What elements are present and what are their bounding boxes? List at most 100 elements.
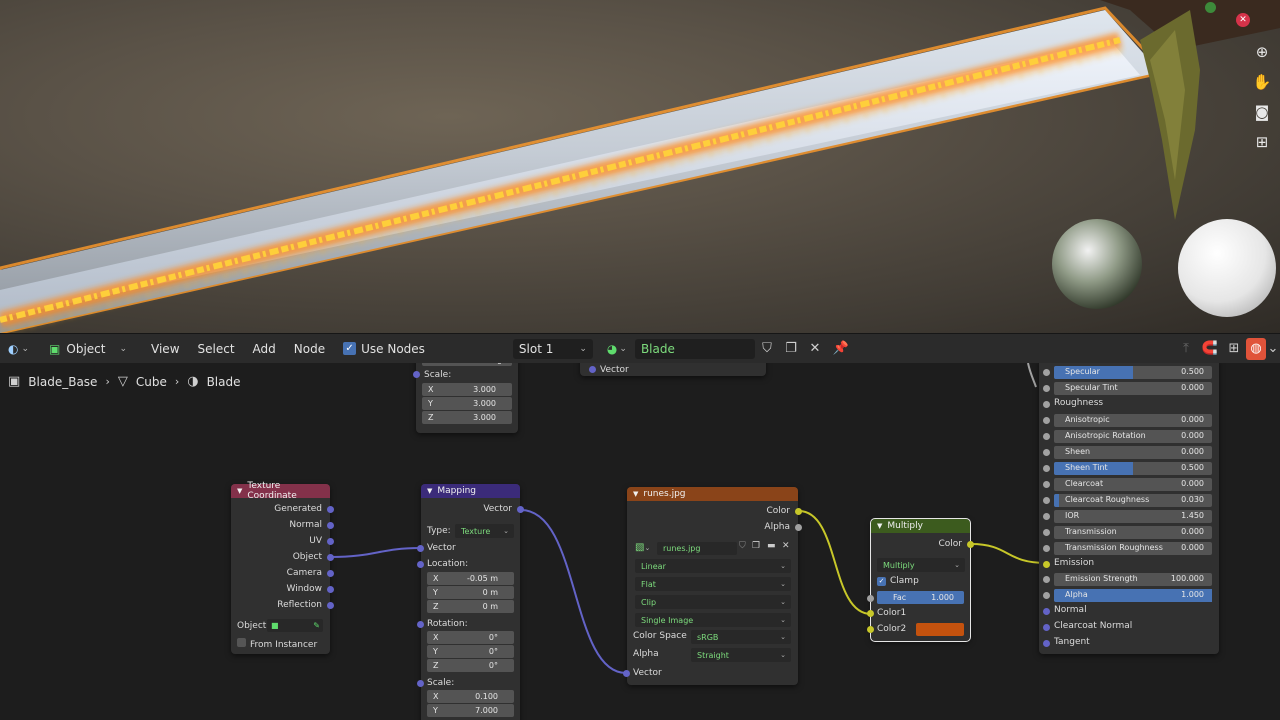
emission-strength-socket[interactable]	[1043, 576, 1050, 583]
node-mapping[interactable]: ▼ Mapping Vector Type: Texture ⌄ Vector Lo…	[417, 484, 524, 720]
vector-output-socket[interactable]	[517, 506, 524, 513]
close-icon[interactable]: ✕	[1236, 13, 1250, 27]
emission-socket[interactable]	[1043, 561, 1050, 568]
use-nodes-toggle[interactable]: ✓ Use Nodes	[337, 338, 431, 360]
rotation-input-socket[interactable]	[417, 621, 424, 628]
projection-dropdown[interactable]: Flat ⌄	[635, 577, 791, 591]
clearcoat-roughness-slider[interactable]: Clearcoat Roughness 0.030	[1054, 494, 1212, 507]
editor-type-button[interactable]: ◐ ⌄	[2, 338, 35, 360]
scale-x-field[interactable]: X 3.000	[422, 383, 512, 396]
overlay-icon[interactable]: ◍	[1246, 337, 1266, 360]
generated-output-socket[interactable]	[327, 506, 334, 513]
color-space-dropdown[interactable]: sRGB ⌄	[691, 630, 791, 644]
duplicate-image-icon[interactable]: ❐	[752, 541, 760, 551]
from-instancer-checkbox[interactable]: From Instancer	[237, 638, 317, 650]
clearcoat-roughness-socket[interactable]	[1043, 497, 1050, 504]
object-picker-field[interactable]: ■ ✎	[267, 619, 323, 632]
duplicate-material-icon[interactable]: ❐	[779, 338, 803, 360]
reflection-output-socket[interactable]	[327, 602, 334, 609]
pin-icon[interactable]: 📌	[829, 338, 853, 360]
window-output-socket[interactable]	[327, 586, 334, 593]
node-header[interactable]: ▼ runes.jpg	[627, 487, 798, 501]
scale-y-field[interactable]: Y 7.000	[427, 704, 514, 717]
pan-hand-icon[interactable]: ✋	[1250, 70, 1274, 94]
specular-tint-slider[interactable]: Specular Tint 0.000	[1054, 382, 1212, 395]
fac-slider[interactable]: Fac 1.000	[877, 591, 964, 604]
mode-dropdown[interactable]: ▣ Object ⌄	[43, 339, 133, 359]
overlay-dropdown-icon[interactable]: ⌄	[1266, 338, 1280, 360]
collapse-triangle-icon[interactable]: ▼	[237, 487, 242, 495]
scale-socket[interactable]	[413, 371, 420, 378]
fake-user-shield-icon[interactable]: ⛉	[739, 541, 746, 551]
fake-user-shield-icon[interactable]: ⛉	[755, 338, 779, 360]
rotation-y-field[interactable]: Y 0°	[427, 645, 514, 658]
node-texture-coordinate[interactable]: ▼ Texture Coordinate Generated Normal UV …	[231, 481, 334, 654]
clearcoat-slider[interactable]: Clearcoat 0.000	[1054, 478, 1212, 491]
anisotropic-socket[interactable]	[1043, 417, 1050, 424]
blend-mode-dropdown[interactable]: Multiply ⌄	[877, 558, 965, 572]
scale-input-socket[interactable]	[417, 680, 424, 687]
fac-input-socket[interactable]	[867, 595, 874, 602]
3d-viewport[interactable]: ✕ ⊕ ✋ ◙ ⊞	[0, 0, 1280, 333]
node-header[interactable]: ▼ Multiply	[871, 519, 970, 533]
image-browse-icon[interactable]: ▧⌄	[635, 542, 650, 553]
image-name-field[interactable]: runes.jpg	[657, 542, 737, 555]
menu-node[interactable]: Node	[288, 338, 331, 360]
node-header[interactable]: ▼ Mapping	[421, 484, 520, 498]
clamp-checkbox[interactable]: ✓ Clamp	[877, 576, 919, 586]
color-output-socket[interactable]	[967, 541, 974, 548]
location-z-field[interactable]: Z0 m	[427, 600, 514, 613]
interpolation-dropdown[interactable]: Linear ⌄	[635, 559, 791, 573]
camera-output-socket[interactable]	[327, 570, 334, 577]
node-image-texture[interactable]: ▼ runes.jpg Color Alpha ▧⌄ runes.jpg ⛉ ❐ …	[623, 487, 802, 685]
location-input-socket[interactable]	[417, 561, 424, 568]
parent-node-tree-icon[interactable]: ⤒	[1174, 338, 1198, 360]
scale-z-field[interactable]: Z 3.000	[422, 411, 512, 424]
transmission-roughness-slider[interactable]: Transmission Roughness 0.000	[1054, 542, 1212, 555]
transmission-roughness-socket[interactable]	[1043, 545, 1050, 552]
normal-output-socket[interactable]	[327, 522, 334, 529]
menu-add[interactable]: Add	[247, 338, 282, 360]
anisotropic-rotation-socket[interactable]	[1043, 433, 1050, 440]
scale-x-field[interactable]: X 0.100	[427, 690, 514, 703]
collapse-triangle-icon[interactable]: ▼	[427, 487, 432, 495]
ior-socket[interactable]	[1043, 513, 1050, 520]
material-slot-dropdown[interactable]: Slot 1 ⌄	[512, 338, 593, 359]
sheen-tint-socket[interactable]	[1043, 465, 1050, 472]
snap-icon[interactable]: 🧲	[1198, 338, 1222, 360]
unlink-material-close-icon[interactable]: ✕	[803, 338, 827, 360]
rotation-z-field[interactable]: 0°	[422, 363, 512, 366]
ior-slider[interactable]: IOR 1.450	[1054, 510, 1212, 523]
node-texture-upper[interactable]: Vector	[580, 363, 766, 376]
specular-socket[interactable]	[1043, 369, 1050, 376]
sheen-socket[interactable]	[1043, 449, 1050, 456]
alpha-output-socket[interactable]	[795, 524, 802, 531]
location-y-field[interactable]: Y0 m	[427, 586, 514, 599]
normal-socket[interactable]	[1043, 608, 1050, 615]
alpha-mode-dropdown[interactable]: Straight ⌄	[691, 648, 791, 662]
roughness-socket[interactable]	[1043, 401, 1050, 408]
source-dropdown[interactable]: Single Image ⌄	[635, 613, 791, 627]
color2-input-socket[interactable]	[867, 626, 874, 633]
vector-input-socket[interactable]	[417, 545, 424, 552]
scale-y-field[interactable]: Y 3.000	[422, 397, 512, 410]
menu-view[interactable]: View	[145, 338, 185, 360]
color2-swatch[interactable]	[916, 623, 964, 636]
mapping-type-dropdown[interactable]: Texture ⌄	[455, 524, 514, 538]
node-canvas[interactable]: ▣ Blade_Base › ▽ Cube › ◑ Blade 0° Scale…	[0, 363, 1280, 720]
sheen-slider[interactable]: Sheen 0.000	[1054, 446, 1212, 459]
rotation-z-field[interactable]: Z 0°	[427, 659, 514, 672]
snap-increment-icon[interactable]: ⊞	[1222, 338, 1246, 360]
node-header[interactable]: ▼ Texture Coordinate	[231, 481, 330, 501]
grid-perspective-icon[interactable]: ⊞	[1250, 130, 1274, 154]
sheen-tint-slider[interactable]: Sheen Tint 0.500	[1054, 462, 1212, 475]
color-output-socket[interactable]	[795, 508, 802, 515]
emission-strength-slider[interactable]: Emission Strength 100.000	[1054, 573, 1212, 586]
object-output-socket[interactable]	[327, 554, 334, 561]
extension-dropdown[interactable]: Clip ⌄	[635, 595, 791, 609]
clearcoat-socket[interactable]	[1043, 481, 1050, 488]
collapse-triangle-icon[interactable]: ▼	[877, 522, 882, 530]
alpha-slider[interactable]: Alpha 1.000	[1054, 589, 1212, 602]
unlink-close-icon[interactable]: ✕	[782, 541, 790, 551]
collapse-triangle-icon[interactable]: ▼	[633, 490, 638, 498]
